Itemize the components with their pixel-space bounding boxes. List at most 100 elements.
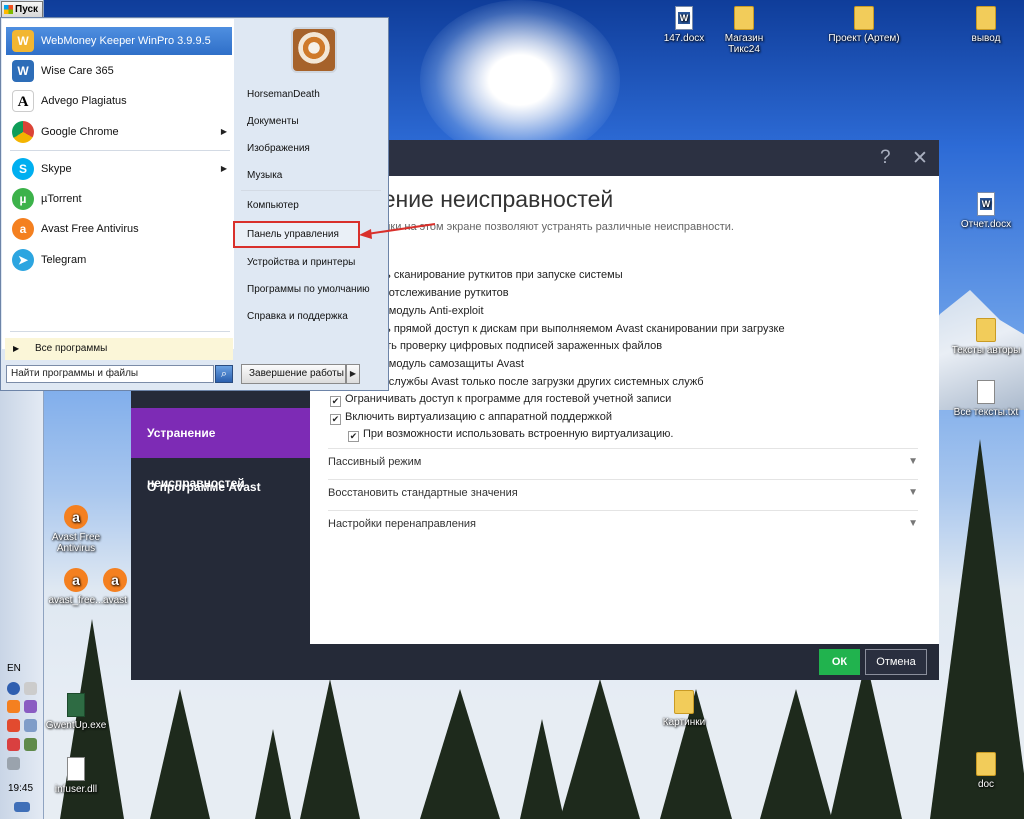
desktop-icon-avast-free-antivirus[interactable]: a Avast Free Antivirus [40,505,112,554]
chevron-down-icon: ▼ [908,518,918,529]
menu-item-default-programs[interactable]: Программы по умолчанию [243,280,383,300]
help-icon[interactable]: ? [880,147,891,169]
option-signature-check[interactable]: ить проверку цифровых подписей зараженны… [380,339,662,355]
wallpaper-tree [760,689,832,819]
option-rootkit-monitoring[interactable]: ь отслеживание руткитов [380,286,509,302]
shutdown-options-arrow-icon[interactable]: ▶ [346,364,360,384]
text-file-icon [977,380,995,404]
program-utorrent[interactable]: µ µTorrent [6,185,232,213]
pen-tray-icon[interactable] [24,700,37,713]
menu-item-documents[interactable]: Документы [243,112,383,132]
notification-tray-icon[interactable] [7,738,20,751]
wallpaper-tree [830,659,902,819]
avast-tray-icon[interactable] [7,700,20,713]
nav-about-avast[interactable]: О программе Avast [131,465,310,509]
menu-item-computer[interactable]: Компьютер [243,196,383,216]
advego-icon: A [12,90,34,112]
program-advego[interactable]: A Advego Plagiatus [6,87,232,115]
section-redirect-settings[interactable]: Настройки перенаправления ▼ [328,510,918,536]
desktop-icon-otchet-docx[interactable]: Отчет.docx [950,192,1022,230]
checkbox-checked-icon[interactable]: ✔ [330,396,341,407]
chevron-down-icon: ▼ [908,487,918,498]
folder-icon [674,690,694,714]
option-guest-restriction[interactable]: ✔ Ограничивать доступ к программе для гос… [330,392,671,408]
checkbox-checked-icon[interactable]: ✔ [348,431,359,442]
desktop-icon-kartinki[interactable]: Картинки [648,690,720,728]
program-webmoney[interactable]: W WebMoney Keeper WinPro 3.9.9.5 [6,27,232,55]
program-google-chrome[interactable]: Google Chrome ▶ [6,118,232,146]
language-indicator[interactable]: EN [7,663,21,674]
skype-icon: S [12,158,34,180]
option-label: ь отслеживание руткитов [380,287,509,299]
desktop-icon-gwentup[interactable]: GwentUp.exe [40,693,112,731]
menu-item-pictures[interactable]: Изображения [243,139,383,159]
search-icon[interactable]: ⌕ [215,365,233,383]
page-title: нение неисправностей [370,186,614,212]
wallpaper-tree [255,729,291,819]
option-self-defense[interactable]: ь модуль самозащиты Avast [380,357,524,373]
volume-tray-icon[interactable] [7,757,20,770]
close-icon[interactable]: ✕ [912,147,928,170]
folder-icon [976,752,996,776]
avast-icon: a [64,568,88,592]
checkbox-checked-icon[interactable]: ✔ [330,414,341,425]
option-delayed-start[interactable]: ь службы Avast только после загрузки дру… [380,375,704,391]
network-tray-icon[interactable] [24,738,37,751]
cancel-button[interactable]: Отмена [865,649,927,675]
shield-tray-icon[interactable] [24,719,37,732]
ok-button[interactable]: ОК [819,649,860,675]
option-hardware-virtualization[interactable]: ✔ Включить виртуализацию с аппаратной под… [330,410,612,426]
user-avatar[interactable] [291,27,337,73]
menu-item-music[interactable]: Музыка [243,166,383,186]
desktop-icon-vyvod[interactable]: вывод [950,6,1022,44]
option-rootkit-scan-on-boot[interactable]: ть сканирование руткитов при запуске сис… [380,268,623,284]
settings-content-panel: нение неисправностей ройки на этом экран… [310,176,939,644]
clock[interactable]: 19:45 [8,783,33,794]
avast-icon: a [103,568,127,592]
program-skype[interactable]: S Skype ▶ [6,155,232,183]
folder-icon [854,6,874,30]
menu-item-help-support[interactable]: Справка и поддержка [243,307,383,327]
folder-icon [976,6,996,30]
app-tray-icon[interactable] [7,719,20,732]
word-doc-icon [675,6,693,30]
folder-icon [976,318,996,342]
option-label: ь модуль самозащиты Avast [380,358,524,370]
option-direct-disk-access[interactable]: ть прямой доступ к дискам при выполняемо… [380,322,785,338]
help-tray-icon[interactable] [7,682,20,695]
utorrent-icon: µ [12,188,34,210]
option-native-virtualization[interactable]: ✔ При возможности использовать встроенную… [348,427,673,443]
nav-troubleshooting[interactable]: Устранение неисправностей [131,408,310,490]
wallpaper-tree [300,679,360,819]
program-avast[interactable]: a Avast Free Antivirus [6,215,232,243]
program-telegram[interactable]: ➤ Telegram [6,246,232,274]
avast-icon: a [64,505,88,529]
program-wise-care[interactable]: W Wise Care 365 [6,57,232,85]
desktop-icon-doc-folder[interactable]: doc [950,752,1022,790]
desktop-icon-proekt-artem[interactable]: Проект (Артем) [828,6,900,44]
option-label: Включить виртуализацию с аппаратной подд… [345,411,612,423]
section-label: Настройки перенаправления [328,518,476,530]
wallpaper-tree [150,689,210,819]
submenu-arrow-icon: ▶ [220,164,227,173]
chevron-down-icon: ▼ [908,456,918,467]
pin-tray-icon[interactable] [24,682,37,695]
desktop-icon-magazin-tiks24[interactable]: Магазин Тикс24 [708,6,780,55]
section-restore-defaults[interactable]: Восстановить стандартные значения ▼ [328,479,918,505]
section-passive-mode[interactable]: Пассивный режим ▼ [328,448,918,474]
desktop-icon-vse-teksty[interactable]: Все тексты.txt [950,380,1022,418]
menu-item-user[interactable]: HorsemanDeath [243,85,383,105]
show-desktop-icon[interactable] [14,802,30,812]
menu-item-devices-printers[interactable]: Устройства и принтеры [243,253,383,273]
menu-separator [10,150,230,151]
all-programs-button[interactable]: ▶ Все программы [5,338,233,360]
desktop-icon-teksty-avtory[interactable]: Тексты авторы [950,318,1022,356]
option-label: Ограничивать доступ к программе для гост… [345,393,672,405]
desktop-icon-infuser-dll[interactable]: infuser.dll [40,757,112,795]
option-label: ить проверку цифровых подписей зараженны… [380,340,663,352]
shutdown-button[interactable]: Завершение работы [241,364,346,384]
search-input[interactable]: Найти программы и файлы [6,365,214,383]
desktop-icon-avast[interactable]: a avast [95,568,135,606]
wallpaper-tree [420,689,500,819]
option-anti-exploit[interactable]: ь модуль Anti-exploit [380,304,484,320]
